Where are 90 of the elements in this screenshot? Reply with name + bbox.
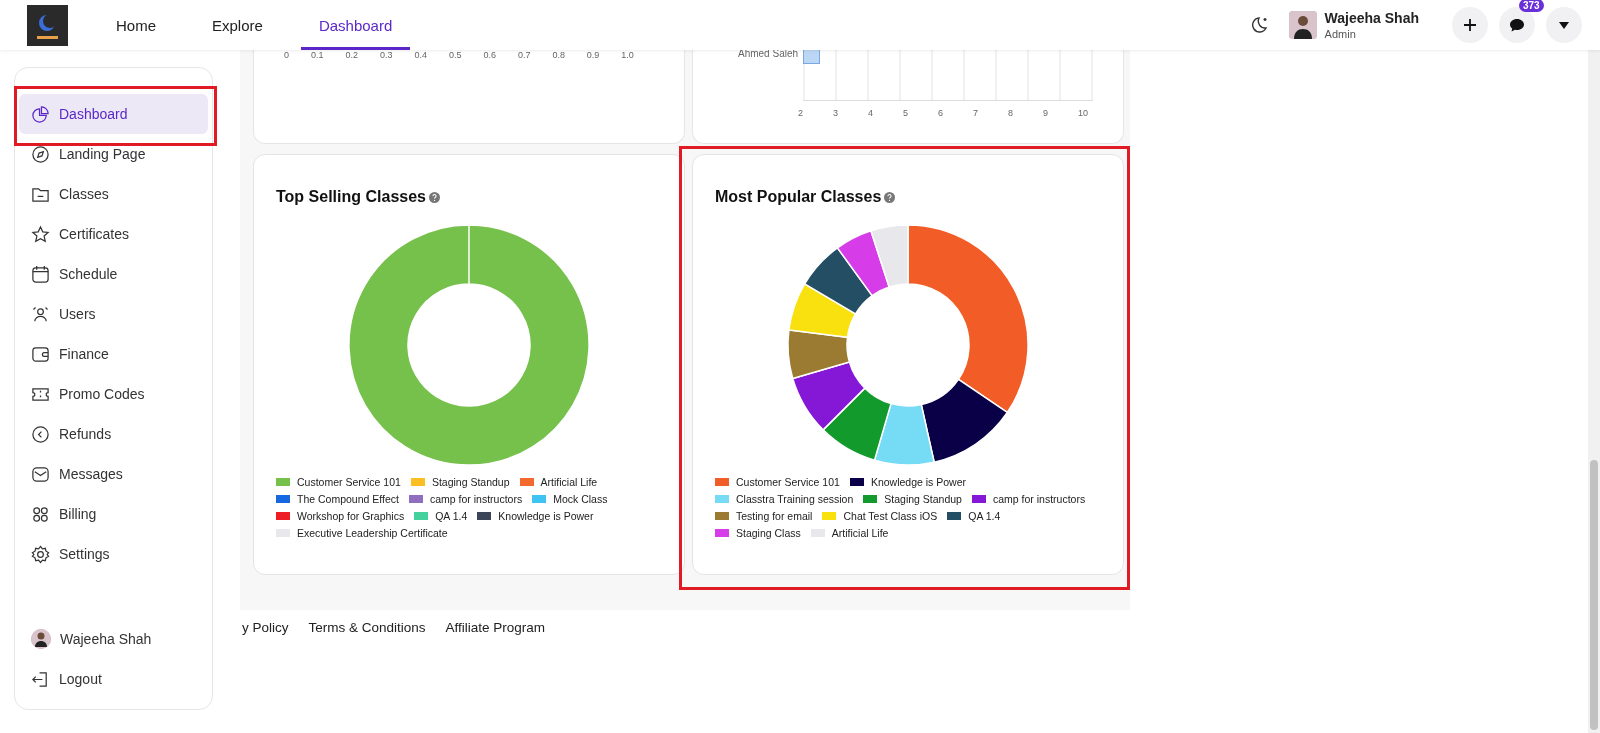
footer-link[interactable]: Terms & Conditions bbox=[308, 620, 426, 710]
grid-icon bbox=[31, 504, 50, 524]
sidebar-item[interactable]: Landing Page bbox=[19, 134, 208, 174]
card-title: Top Selling Classes bbox=[276, 188, 426, 205]
chat-bubble-icon bbox=[1509, 17, 1525, 33]
legend-label: camp for instructors bbox=[429, 493, 523, 505]
axis-tick-label: 0.6 bbox=[483, 50, 496, 60]
caret-icon bbox=[1558, 20, 1570, 30]
axis-tick-label: 7 bbox=[972, 108, 978, 118]
legend-label: Knowledge is Power bbox=[498, 510, 594, 522]
axis-tick-label: 9 bbox=[1042, 108, 1048, 118]
legend-label: Executive Leadership Certificate bbox=[297, 527, 448, 539]
sidebar-item[interactable]: Finance bbox=[19, 334, 208, 374]
axis-tick-label: 2 bbox=[798, 108, 803, 118]
scrollbar[interactable] bbox=[1588, 50, 1600, 733]
sidebar-item[interactable]: Promo Codes bbox=[19, 374, 208, 414]
chat-button[interactable] bbox=[1499, 7, 1535, 43]
legend-label: Knowledge is Power bbox=[870, 476, 967, 488]
avatar-icon bbox=[1288, 11, 1317, 39]
legend-label: Staging Standup bbox=[431, 476, 510, 488]
avatar-icon bbox=[31, 629, 51, 649]
legend-label: The Compound Effect bbox=[297, 493, 399, 505]
axis-tick-label: 0.3 bbox=[379, 50, 393, 60]
help-icon[interactable] bbox=[884, 192, 896, 203]
axis-tick-label: 6 bbox=[937, 108, 943, 118]
sidebar-item[interactable]: Certificates bbox=[19, 214, 208, 254]
mail-icon bbox=[31, 464, 50, 484]
axis-tick-label: 1.0 bbox=[621, 50, 634, 60]
sidebar-item[interactable]: Billing bbox=[19, 494, 208, 534]
sidebar-item[interactable]: Users bbox=[19, 294, 208, 334]
sidebar-item[interactable]: Schedule bbox=[19, 254, 208, 294]
legend-label: camp for instructors bbox=[992, 493, 1086, 505]
user-role: Admin bbox=[1324, 28, 1357, 40]
legend-label: Artificial Life bbox=[540, 476, 598, 488]
axis-tick-label: 4 bbox=[867, 108, 873, 118]
axis-tick-label: 0.7 bbox=[517, 50, 531, 60]
pie-chart-icon bbox=[31, 104, 50, 124]
sidebar-item[interactable]: Refunds bbox=[19, 414, 208, 454]
sidebar-item[interactable]: Settings bbox=[19, 534, 208, 574]
help-icon[interactable] bbox=[428, 192, 440, 203]
axis-tick-label: 3 bbox=[833, 108, 838, 118]
star-icon bbox=[31, 224, 50, 244]
axis-tick-label: 5 bbox=[902, 108, 908, 118]
axis-tick-label: 0.4 bbox=[414, 50, 427, 60]
legend-label: Staging Class bbox=[736, 527, 801, 539]
axis-tick-label: 8 bbox=[1007, 108, 1013, 118]
logout-button[interactable]: Logout bbox=[19, 659, 208, 699]
nav-tab[interactable]: Home bbox=[98, 0, 174, 50]
axis-tick-label: 0.1 bbox=[311, 50, 324, 60]
profile-link[interactable]: Wajeeha Shah bbox=[19, 619, 208, 659]
legend-label: Staging Standup bbox=[884, 493, 962, 505]
footer-link[interactable]: y Policy bbox=[242, 620, 289, 710]
donut-slice bbox=[787, 329, 851, 380]
add-button[interactable] bbox=[1452, 7, 1488, 43]
legend-label: Mock Class bbox=[553, 493, 608, 505]
calendar-icon bbox=[31, 264, 50, 284]
legend-label: Testing for email bbox=[736, 510, 813, 522]
sidebar-item[interactable]: Dashboard bbox=[19, 94, 208, 134]
compass-icon bbox=[31, 144, 50, 164]
dropdown-button[interactable] bbox=[1546, 7, 1582, 43]
wallet-icon bbox=[31, 344, 50, 364]
axis-tick-label: 0.9 bbox=[586, 50, 600, 60]
axis-tick-label: 10 bbox=[1077, 108, 1088, 118]
user-name: Wajeeha Shah bbox=[1324, 10, 1419, 26]
axis-tick-label: 0 bbox=[284, 50, 289, 60]
legend-label: QA 1.4 bbox=[435, 510, 468, 522]
axis-tick-label: 0.8 bbox=[552, 50, 565, 60]
axis-tick-label: 0.2 bbox=[345, 50, 358, 60]
footer-link[interactable]: Affiliate Program bbox=[445, 620, 546, 710]
logout-icon bbox=[31, 669, 50, 689]
donut-slice bbox=[836, 230, 890, 297]
message-count-badge: 373 bbox=[1519, 0, 1544, 12]
sidebar-item[interactable]: Classes bbox=[19, 174, 208, 214]
chart-bar bbox=[803, 50, 820, 64]
back-circle-icon bbox=[31, 424, 50, 444]
legend-label: Classtra Training session bbox=[736, 493, 854, 505]
legend-label: Artificial Life bbox=[831, 527, 889, 539]
sidebar-item[interactable]: Messages bbox=[19, 454, 208, 494]
axis-tick-label: 0.5 bbox=[448, 50, 462, 60]
legend-label: QA 1.4 bbox=[968, 510, 1001, 522]
plus-icon bbox=[1463, 18, 1477, 32]
users-icon bbox=[31, 304, 50, 324]
legend-label: Customer Service 101 bbox=[297, 476, 401, 488]
card-title: Most Popular Classes bbox=[715, 188, 882, 205]
donut-slice bbox=[788, 283, 857, 339]
legend-label: Chat Test Class iOS bbox=[843, 510, 938, 522]
nav-tab[interactable]: Explore bbox=[194, 0, 281, 50]
legend-label: Workshop for Graphics bbox=[297, 510, 405, 522]
settings-icon bbox=[31, 544, 50, 564]
legend-label: Customer Service 101 bbox=[736, 476, 840, 488]
